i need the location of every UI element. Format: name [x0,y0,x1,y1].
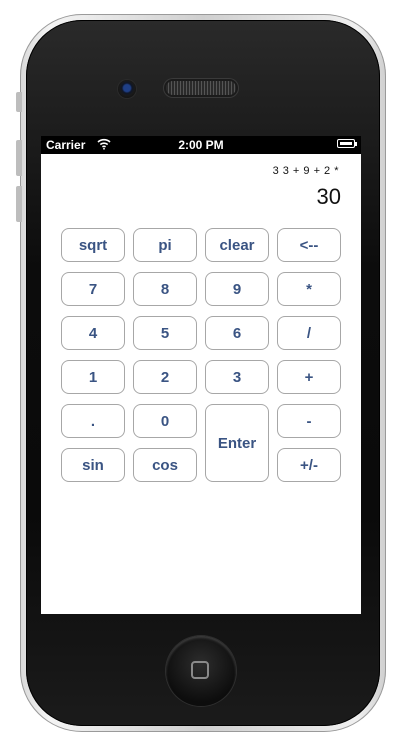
enter-button[interactable]: Enter [205,404,269,482]
screen: Carrier 2:00 PM 3 3 + 9 + 2 * 30 sqrt pi… [41,136,361,614]
sign-toggle-button[interactable]: +/- [277,448,341,482]
digit-3-button[interactable]: 3 [205,360,269,394]
home-button-icon[interactable] [166,636,236,706]
mute-switch [16,92,22,112]
digit-5-button[interactable]: 5 [133,316,197,350]
sqrt-button[interactable]: sqrt [61,228,125,262]
history-label: 3 3 + 9 + 2 * [272,165,339,177]
digit-7-button[interactable]: 7 [61,272,125,306]
sin-button[interactable]: sin [61,448,125,482]
digit-1-button[interactable]: 1 [61,360,125,394]
volume-up-button [16,140,22,176]
divide-button[interactable]: / [277,316,341,350]
battery-icon [337,139,355,148]
battery-tip [355,142,357,146]
home-square-icon [191,661,209,679]
digit-2-button[interactable]: 2 [133,360,197,394]
display-value: 30 [316,184,341,209]
digit-6-button[interactable]: 6 [205,316,269,350]
digit-4-button[interactable]: 4 [61,316,125,350]
status-time: 2:00 PM [178,138,224,152]
multiply-button[interactable]: * [277,272,341,306]
minus-button[interactable]: - [277,404,341,438]
volume-down-button [16,186,22,222]
status-bar: Carrier 2:00 PM [41,136,361,154]
digit-0-button[interactable]: 0 [133,404,197,438]
plus-button[interactable]: + [277,360,341,394]
digit-9-button[interactable]: 9 [205,272,269,306]
digit-8-button[interactable]: 8 [133,272,197,306]
front-camera [118,80,136,98]
cos-button[interactable]: cos [133,448,197,482]
backspace-button[interactable]: <-- [277,228,341,262]
decimal-button[interactable]: . [61,404,125,438]
clear-button[interactable]: clear [205,228,269,262]
earpiece-speaker [166,81,236,95]
pi-button[interactable]: pi [133,228,197,262]
